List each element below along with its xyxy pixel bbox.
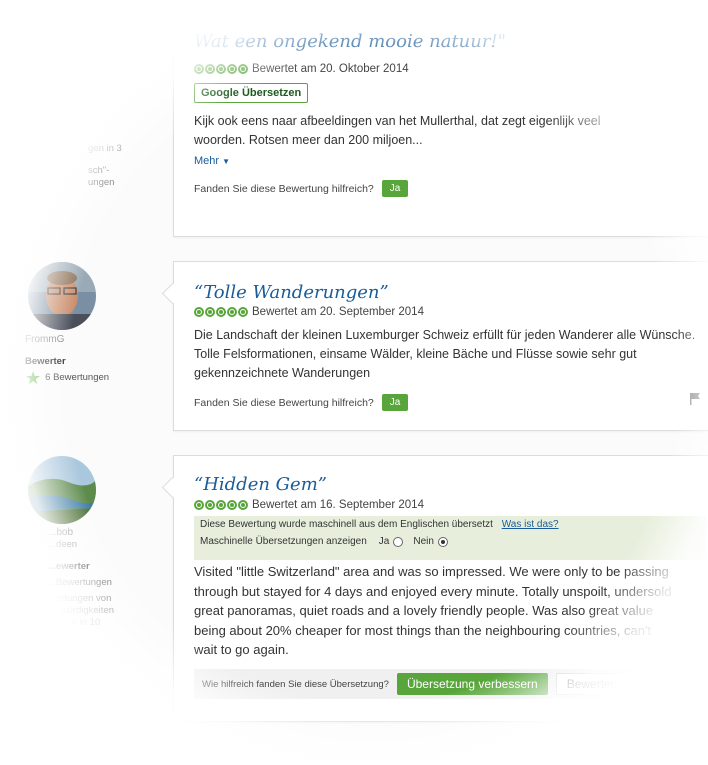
- reviewer-level: Bewerter: [25, 356, 66, 367]
- reviewer-3-info: ...bob ...deen ...ewerter ...Bewertungen…: [48, 527, 114, 629]
- review-1-title[interactable]: Wat een ongekend mooie natuur!": [194, 31, 506, 52]
- helpful-label: Fanden Sie diese Bewertung hilfreich?: [194, 182, 374, 195]
- star-icon: ★: [25, 368, 42, 388]
- flag-icon[interactable]: [690, 392, 700, 410]
- reviewer-1-fragment-1: gen in 3: [88, 143, 122, 154]
- review-2-body: Die Landschaft der kleinen Luxemburger S…: [194, 328, 696, 380]
- review-card-2: “Tolle Wanderungen” Bewertet am 20. Sept…: [161, 261, 708, 431]
- reviewer-name[interactable]: FrommG: [25, 334, 109, 346]
- radio-yes[interactable]: [393, 536, 404, 547]
- reviewer-1-fragment-3: ungen: [88, 177, 115, 188]
- review-1-rating: Bewertet am 20. Oktober 2014: [194, 63, 409, 75]
- reviewer-extra-2: ...swürdigkeiten: [48, 605, 115, 616]
- reviewer-extra-1: ...ertungen von: [48, 593, 112, 604]
- reviewer-review-count: 6 Bewertungen: [45, 372, 110, 383]
- what-is-this-link[interactable]: Was ist das?: [502, 519, 559, 530]
- reviewer-level: ...ewerter: [48, 561, 90, 572]
- helpful-row-1: Fanden Sie diese Bewertung hilfreich? Ja: [194, 180, 409, 197]
- review-card-1: Wat een ongekend mooie natuur!" Bewertet…: [173, 0, 708, 237]
- machine-translation-notice: Diese Bewertung wurde maschinell aus dem…: [194, 516, 706, 560]
- reviewer-1-info: gen in 3 sch"- ungen: [88, 143, 122, 189]
- translation-feedback-bar: Wie hilfreich fanden Sie diese Übersetzu…: [194, 669, 680, 699]
- reviewer-1-fragment-2: sch"-: [88, 165, 110, 176]
- reviewer-2-info: FrommG Bewerter ★ 6 Bewertungen: [25, 334, 110, 388]
- improve-translation-button[interactable]: Übersetzung verbessern: [396, 673, 548, 695]
- reviewer-avatar-bob[interactable]: [28, 456, 96, 524]
- review-3-rating: Bewertet am 16. September 2014: [194, 499, 424, 511]
- rating-bubbles-icon: [194, 500, 248, 510]
- review-page: gen in 3 sch"- ungen Wat een ongekend mo…: [0, 0, 708, 765]
- review-1-body: Kijk ook eens naar afbeeldingen van het …: [194, 114, 601, 147]
- show-machine-translations-label: Maschinelle Übersetzungen anzeigen: [200, 536, 367, 547]
- review-2-rating: Bewertet am 20. September 2014: [194, 306, 424, 318]
- rate-translation-button[interactable]: Bewerten: [555, 673, 629, 695]
- review-2-date: Bewertet am 20. September 2014: [252, 306, 424, 318]
- card-pointer: [161, 282, 184, 305]
- helpful-yes-button[interactable]: Ja: [381, 180, 409, 197]
- more-label: Mehr: [194, 155, 220, 167]
- reviewer-name[interactable]: ...bob: [48, 527, 114, 539]
- review-2-title[interactable]: “Tolle Wanderungen”: [194, 282, 389, 303]
- reviewer-extra-3: ...ngen in 10: [48, 617, 101, 628]
- helpful-row-2: Fanden Sie diese Bewertung hilfreich? Ja: [194, 394, 409, 411]
- radio-yes-label: Ja: [378, 536, 390, 547]
- chevron-down-icon: ▼: [222, 157, 231, 166]
- rating-bubbles-icon: [194, 307, 248, 317]
- more-link[interactable]: Mehr ▼: [194, 155, 230, 167]
- reviewer-review-count: ...Bewertungen: [48, 577, 112, 588]
- rating-bubbles-icon: [194, 64, 248, 74]
- reviewer-review-count-row: ★ 6 Bewertungen: [25, 368, 110, 388]
- helpful-label: Fanden Sie diese Bewertung hilfreich?: [194, 396, 374, 409]
- card-pointer: [161, 476, 184, 499]
- google-translate-button[interactable]: Google Übersetzen: [194, 83, 309, 103]
- review-3-date: Bewertet am 16. September 2014: [252, 499, 424, 511]
- radio-no[interactable]: [437, 536, 448, 547]
- reviewer-location: ...deen: [48, 539, 78, 550]
- radio-no-label: Nein: [413, 536, 434, 547]
- reviewer-avatar-frommg[interactable]: [28, 262, 96, 330]
- review-1-date: Bewertet am 20. Oktober 2014: [252, 63, 409, 75]
- review-3-title[interactable]: “Hidden Gem”: [194, 474, 327, 495]
- translation-helpful-label: Wie hilfreich fanden Sie diese Übersetzu…: [202, 678, 389, 690]
- review-card-3: “Hidden Gem” Bewertet am 16. September 2…: [161, 455, 708, 722]
- review-3-body: Visited "little Switzerland" area and wa…: [194, 564, 672, 657]
- notice-text: Diese Bewertung wurde maschinell aus dem…: [200, 519, 493, 530]
- helpful-yes-button[interactable]: Ja: [381, 394, 409, 411]
